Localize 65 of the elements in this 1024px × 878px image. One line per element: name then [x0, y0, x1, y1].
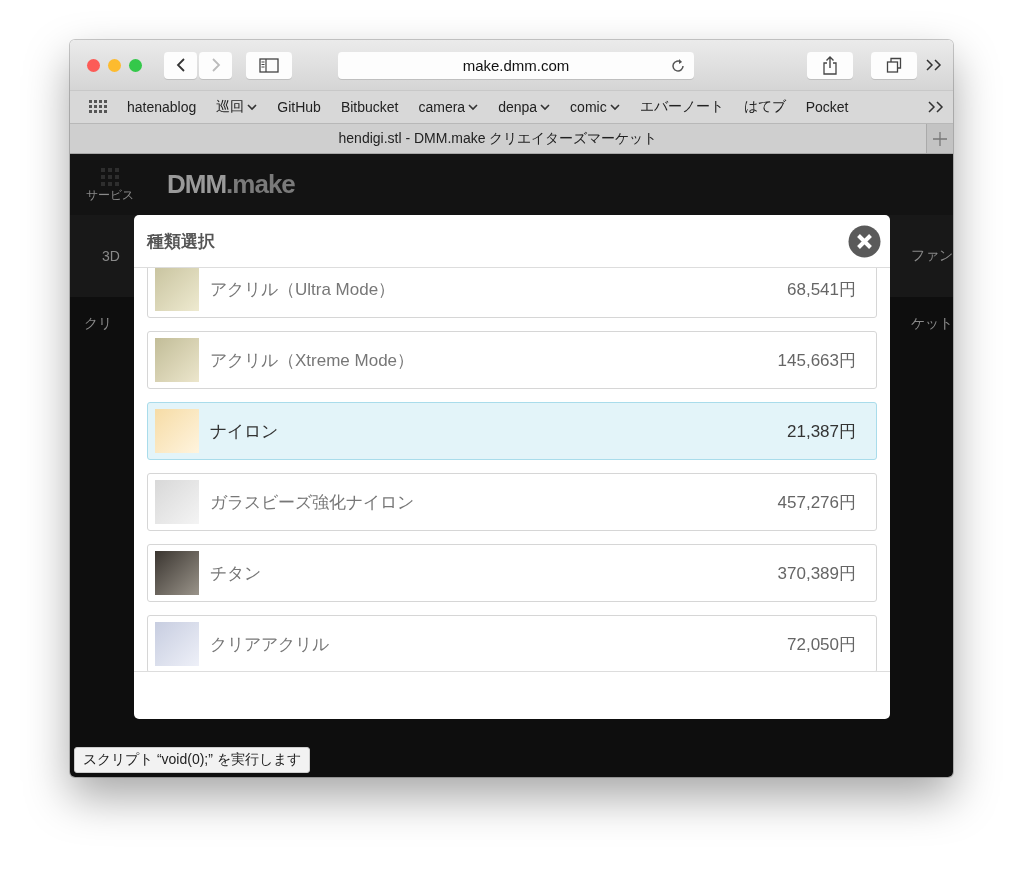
bookmark-link[interactable]: エバーノート	[639, 98, 724, 116]
photo-placeholder	[155, 268, 199, 311]
site-logo: DMM.make	[167, 169, 295, 200]
bookmark-link[interactable]: GitHub	[277, 99, 321, 115]
address-field[interactable]: make.dmm.com	[338, 51, 694, 79]
bookmark-link[interactable]: hatenablog	[127, 99, 197, 115]
photo-placeholder	[155, 338, 199, 382]
close-button[interactable]	[848, 224, 881, 258]
bookmark-link[interactable]: Pocket	[805, 99, 849, 115]
status-tooltip: スクリプト “void(0);” を実行します	[74, 747, 310, 773]
grid-icon	[100, 167, 120, 187]
url-text: make.dmm.com	[462, 56, 570, 74]
back-button[interactable]	[164, 51, 197, 79]
sidebar-button[interactable]	[246, 51, 292, 79]
nav-link[interactable]: 3D	[102, 248, 120, 264]
material-price: 370,389円	[777, 562, 856, 585]
close-icon	[848, 224, 881, 258]
material-option[interactable]: ガラスビーズ強化ナイロン 457,276円	[147, 473, 877, 531]
bookmark-link[interactable]: comic	[570, 99, 620, 115]
tabs-button[interactable]	[871, 51, 917, 79]
bookmark-link[interactable]: 巡回	[216, 98, 258, 116]
photo-placeholder	[155, 551, 199, 595]
bookmark-link[interactable]: Bitbucket	[340, 99, 399, 115]
chevrons-icon[interactable]	[925, 59, 943, 71]
breadcrumb-text: ケット	[911, 315, 953, 333]
share-icon	[822, 55, 838, 75]
caret-icon	[609, 103, 620, 111]
photo-placeholder	[155, 622, 199, 666]
bookmark-link[interactable]: denpa	[498, 99, 551, 115]
material-option[interactable]: アクリル（Ultra Mode） 68,541円	[147, 268, 877, 318]
material-option[interactable]: ナイロン 21,387円	[147, 402, 877, 460]
material-name: クリアアクリル	[210, 633, 330, 656]
back-icon	[174, 57, 187, 73]
material-name: ガラスビーズ強化ナイロン	[210, 491, 415, 514]
caret-icon	[468, 103, 479, 111]
share-button[interactable]	[807, 51, 853, 79]
plus-icon	[933, 131, 947, 146]
reload-icon[interactable]	[670, 57, 686, 74]
chevrons-icon[interactable]	[927, 101, 945, 113]
forward-icon	[209, 57, 222, 73]
grid-icon[interactable]	[89, 100, 107, 114]
material-name: アクリル（Ultra Mode）	[210, 278, 397, 301]
material-option[interactable]: チタン 370,389円	[147, 544, 877, 602]
material-name: アクリル（Xtreme Mode）	[210, 349, 416, 372]
material-price: 68,541円	[787, 278, 856, 301]
tabs-icon	[886, 57, 902, 73]
photo-placeholder	[155, 409, 199, 453]
material-price: 72,050円	[787, 633, 856, 656]
material-name: チタン	[210, 562, 262, 585]
bookmark-link[interactable]: はてブ	[743, 98, 786, 116]
caret-icon	[247, 103, 258, 111]
nav-link[interactable]: ファン	[911, 247, 953, 265]
breadcrumb-text: クリ	[84, 315, 112, 333]
material-option[interactable]: アクリル（Xtreme Mode） 145,663円	[147, 331, 877, 389]
sidebar-icon	[259, 57, 279, 73]
material-name: ナイロン	[210, 420, 279, 443]
caret-icon	[540, 103, 551, 111]
service-label: サービス	[86, 188, 134, 202]
material-price: 21,387円	[787, 420, 856, 443]
material-price: 145,663円	[777, 349, 856, 372]
dialog-title: 種類選択	[147, 230, 215, 253]
bookmark-link[interactable]: camera	[418, 99, 479, 115]
photo-placeholder	[155, 480, 199, 524]
material-option[interactable]: クリアアクリル 72,050円	[147, 615, 877, 671]
material-price: 457,276円	[777, 491, 856, 514]
